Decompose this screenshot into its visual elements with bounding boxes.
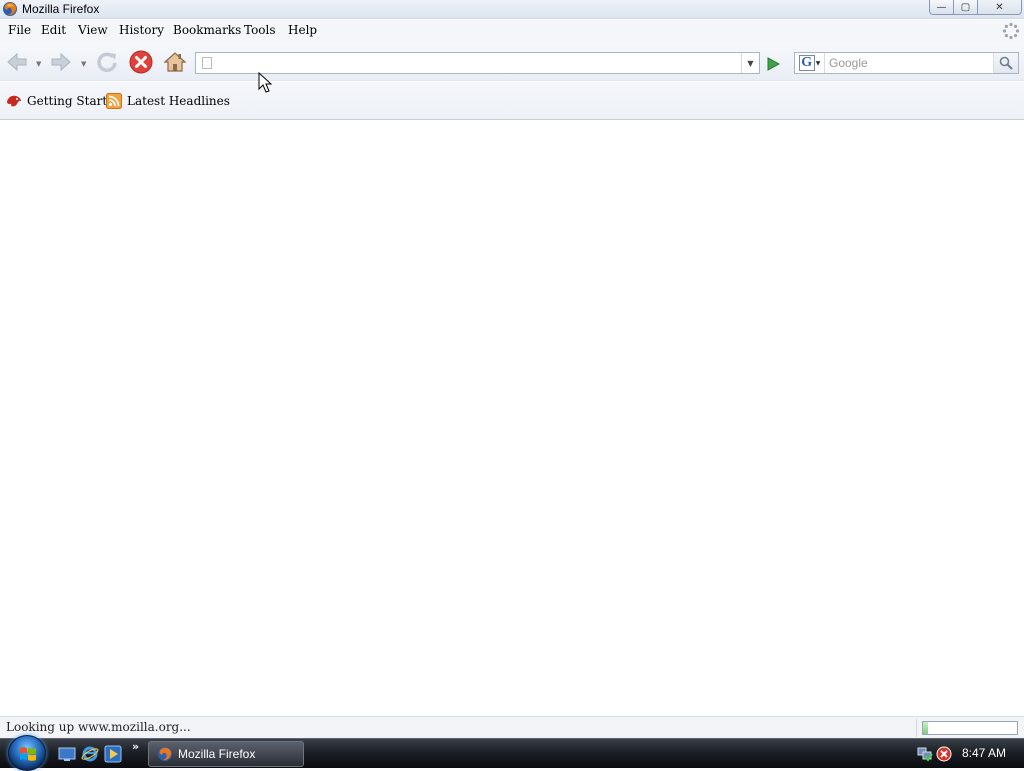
maximize-button[interactable]: ▢ (954, 0, 978, 15)
media-player-icon[interactable] (104, 745, 122, 763)
quick-launch-more-icon[interactable]: » (132, 740, 139, 753)
search-bar[interactable]: G ▼ (794, 52, 1019, 74)
magnifier-icon (999, 56, 1013, 70)
window-title: Mozilla Firefox (22, 2, 100, 16)
bookmark-label: Latest Headlines (127, 94, 230, 108)
menu-file[interactable]: File (8, 23, 31, 37)
url-bar[interactable]: ▼ (195, 52, 760, 74)
internet-explorer-icon[interactable] (81, 745, 99, 763)
firefox-icon (3, 2, 17, 16)
go-arrow-icon (767, 57, 780, 71)
close-button[interactable]: ✕ (978, 0, 1022, 15)
firefox-bookmark-icon (7, 95, 21, 107)
url-input[interactable] (216, 55, 736, 71)
taskbar: » Mozilla Firefox 8:47 AM (0, 735, 1024, 771)
google-engine-icon: G (798, 55, 815, 71)
reload-icon[interactable] (95, 50, 119, 74)
firefox-icon (158, 747, 172, 761)
home-icon[interactable] (163, 50, 187, 74)
search-engine-selector[interactable]: G ▼ (795, 53, 825, 73)
taskbar-item-firefox[interactable]: Mozilla Firefox (148, 741, 304, 767)
menu-edit[interactable]: Edit (41, 23, 66, 37)
start-button[interactable] (8, 735, 46, 771)
windows-logo-icon (20, 747, 36, 761)
network-icon[interactable] (917, 746, 933, 762)
status-bar: Looking up www.mozilla.org... (0, 716, 1024, 738)
back-history-dropdown-icon[interactable]: ▼ (36, 60, 41, 68)
bookmark-latest-headlines[interactable]: Latest Headlines (106, 93, 230, 109)
forward-history-dropdown-icon[interactable]: ▼ (81, 60, 86, 68)
menu-tools[interactable]: Tools (244, 23, 276, 37)
bookmarks-toolbar: Getting Started Latest Headlines (0, 82, 1024, 120)
security-alert-icon[interactable] (936, 746, 952, 762)
search-engine-dropdown-icon: ▼ (815, 59, 821, 67)
bookmark-getting-started[interactable]: Getting Started (6, 93, 122, 109)
url-history-dropdown-icon[interactable]: ▼ (741, 53, 759, 73)
firefox-window: Mozilla Firefox — ▢ ✕ File Edit View His… (0, 0, 1024, 738)
show-desktop-icon[interactable] (58, 745, 76, 763)
page-favicon-icon (202, 57, 212, 69)
menu-history[interactable]: History (119, 23, 164, 37)
search-input[interactable] (829, 55, 989, 71)
menu-bar: File Edit View History Bookmarks Tools H… (0, 20, 1024, 43)
status-separator (916, 719, 917, 737)
status-message: Looking up www.mozilla.org... (6, 720, 191, 734)
loading-progress-bar (922, 721, 1018, 735)
rss-feed-icon (106, 93, 122, 109)
minimize-button[interactable]: — (929, 0, 954, 15)
title-bar: Mozilla Firefox — ▢ ✕ (0, 0, 1024, 19)
menu-view[interactable]: View (78, 23, 108, 37)
progress-fill (923, 722, 928, 734)
back-icon[interactable] (5, 50, 29, 74)
system-tray: 8:47 AM (912, 739, 1024, 769)
go-button[interactable] (763, 54, 783, 74)
window-controls: — ▢ ✕ (929, 0, 1022, 16)
navigation-toolbar: ▼ ▼ ▼ G ▼ Google (0, 43, 1024, 81)
menu-bookmarks[interactable]: Bookmarks (173, 23, 241, 37)
page-content[interactable] (0, 121, 1024, 716)
search-button[interactable] (993, 53, 1018, 73)
stop-icon[interactable] (129, 50, 153, 74)
forward-icon[interactable] (49, 50, 73, 74)
menu-help[interactable]: Help (288, 23, 317, 37)
taskbar-item-label: Mozilla Firefox (178, 747, 256, 761)
throbber-icon (1002, 22, 1020, 40)
clock[interactable]: 8:47 AM (962, 746, 1006, 760)
